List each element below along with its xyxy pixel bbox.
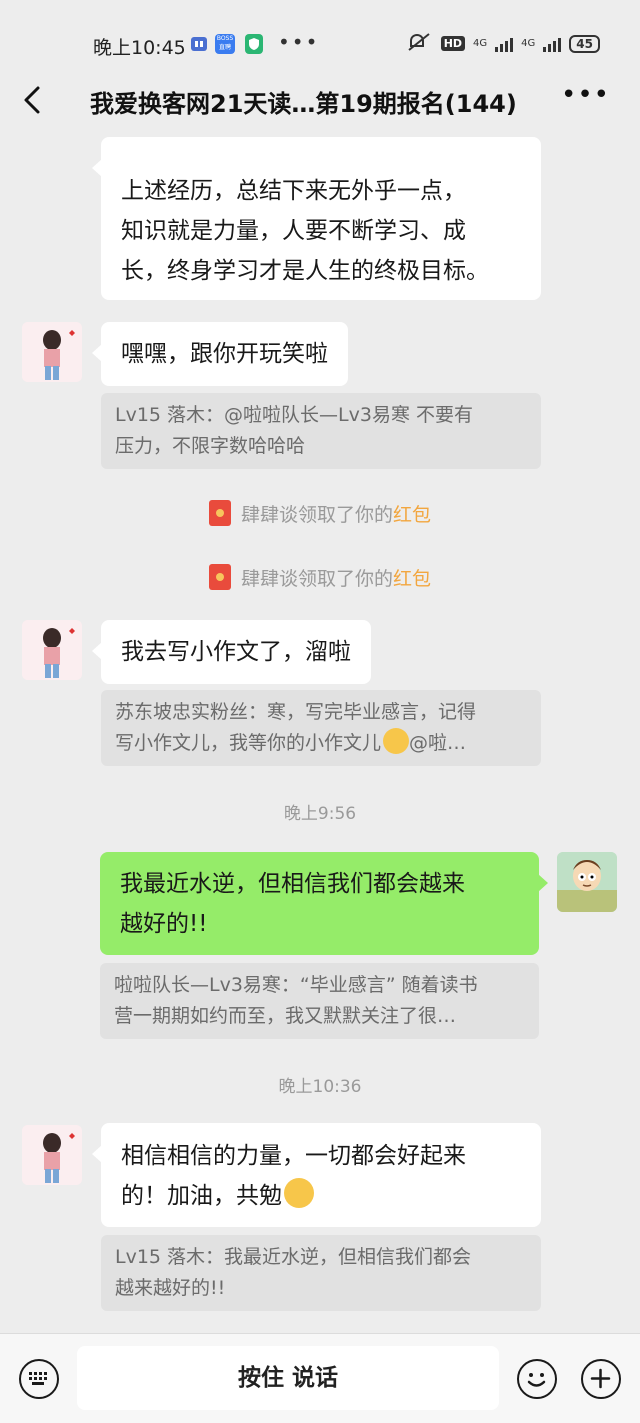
message-text: 上述经历，总结下来无外乎一点， bbox=[121, 178, 466, 204]
message-text: 的！加油，共勉 bbox=[121, 1183, 282, 1209]
emoji-icon bbox=[284, 1178, 314, 1208]
red-packet-link[interactable]: 红包 bbox=[393, 568, 431, 590]
message-bubble[interactable]: 我去写小作文了，溜啦 bbox=[92, 620, 371, 684]
message-bubble[interactable]: 相信相信的力量，一切都会好起来 的！加油，共勉 bbox=[92, 1123, 541, 1227]
red-packet-icon bbox=[208, 564, 231, 590]
timestamp: 晚上10:36 bbox=[278, 1077, 362, 1097]
quoted-reply[interactable]: Lv15 落木：我最近水逆，但相信我们都会 越来越好的!! bbox=[101, 1235, 541, 1311]
quote-text: 苏东坡忠实粉丝：寒，写完毕业感言，记得 bbox=[115, 701, 477, 723]
quoted-reply[interactable]: Lv15 落木：@啦啦队长—Lv3易寒 不要有 压力，不限字数哈哈哈 bbox=[101, 393, 541, 469]
message-text: 我最近水逆，但相信我们都会越来 bbox=[120, 871, 465, 897]
red-packet-link[interactable]: 红包 bbox=[393, 504, 431, 526]
avatar[interactable] bbox=[22, 322, 82, 382]
boss-badge-line2: 直聘 bbox=[218, 44, 231, 51]
system-message: 肆肆谈领取了你的红包 bbox=[0, 564, 640, 591]
avatar[interactable] bbox=[22, 1125, 82, 1185]
quote-text: 营一期期如约而至，我又默默关注了很… bbox=[114, 1005, 457, 1027]
network-label-2: 4G bbox=[521, 38, 536, 49]
quote-text: 啦啦队长—Lv3易寒：“毕业感言” 随着读书 bbox=[114, 974, 478, 996]
message-text: 越好的!! bbox=[120, 911, 208, 937]
shield-icon bbox=[245, 34, 263, 54]
system-message: 肆肆谈领取了你的红包 bbox=[0, 500, 640, 527]
quoted-reply[interactable]: 啦啦队长—Lv3易寒：“毕业感言” 随着读书 营一期期如约而至，我又默默关注了很… bbox=[100, 963, 539, 1039]
keyboard-icon[interactable] bbox=[19, 1359, 59, 1399]
status-time: 晚上10:45 bbox=[93, 37, 186, 59]
boss-app-icon: BOSS 直聘 bbox=[215, 34, 235, 54]
message-bubble[interactable]: 嘿嘿，跟你开玩笑啦 bbox=[92, 322, 348, 386]
more-icon[interactable]: ••• bbox=[561, 80, 610, 110]
message-text: 长，终身学习才是人生的终极目标。 bbox=[121, 258, 489, 284]
hold-to-talk-button[interactable]: 按住 说话 bbox=[77, 1346, 499, 1410]
quote-text: @啦… bbox=[409, 732, 467, 754]
quoted-reply[interactable]: 苏东坡忠实粉丝：寒，写完毕业感言，记得 写小作文儿，我等你的小作文儿 @啦… bbox=[101, 690, 541, 766]
system-text: 肆肆谈领取了你的 bbox=[240, 504, 393, 526]
emoji-icon bbox=[383, 728, 410, 754]
plus-icon[interactable] bbox=[581, 1359, 621, 1399]
signal-icon-1 bbox=[495, 36, 514, 52]
message-text: 我去写小作文了，溜啦 bbox=[121, 639, 351, 665]
input-bar: 按住 说话 bbox=[0, 1333, 640, 1423]
back-arrow-icon[interactable] bbox=[18, 82, 48, 118]
message-text: 相信相信的力量，一切都会好起来 bbox=[121, 1143, 466, 1169]
timestamp: 晚上9:56 bbox=[283, 804, 357, 824]
hd-badge: HD bbox=[440, 36, 466, 51]
emoji-icon[interactable] bbox=[517, 1359, 557, 1399]
quote-text: 压力，不限字数哈哈哈 bbox=[115, 435, 306, 457]
network-label-1: 4G bbox=[473, 38, 488, 49]
status-more-icon: ••• bbox=[278, 30, 320, 54]
message-bubble[interactable]: 上述经历，总结下来无外乎一点， 知识就是力量，人要不断学习、成 长，终身学习才是… bbox=[92, 137, 541, 300]
quote-text: 写小作文儿，我等你的小作文儿 bbox=[115, 732, 382, 754]
quote-text: Lv15 落木：我最近水逆，但相信我们都会 bbox=[115, 1246, 472, 1268]
quote-text: 越来越好的!! bbox=[115, 1277, 226, 1299]
system-text: 肆肆谈领取了你的 bbox=[240, 568, 393, 590]
signal-icon-2 bbox=[543, 36, 562, 52]
status-right-group: HD 4G 4G 45 bbox=[407, 32, 600, 55]
chat-title: 我爱换客网21天读…第19期报名(144) bbox=[90, 90, 517, 118]
message-text: 知识就是力量，人要不断学习、成 bbox=[121, 218, 466, 244]
mute-icon bbox=[407, 32, 433, 55]
battery-icon: 45 bbox=[569, 34, 600, 53]
message-text: 嘿嘿，跟你开玩笑啦 bbox=[121, 341, 328, 367]
boss-badge-line1: BOSS bbox=[216, 35, 234, 42]
notification-icon bbox=[190, 34, 208, 54]
chat-header: 我爱换客网21天读…第19期报名(144) ••• bbox=[0, 70, 640, 134]
red-packet-icon bbox=[208, 500, 231, 526]
quote-text: Lv15 落木：@啦啦队长—Lv3易寒 不要有 bbox=[115, 404, 474, 426]
my-message-bubble[interactable]: 我最近水逆，但相信我们都会越来 越好的!! bbox=[100, 852, 548, 955]
my-avatar[interactable] bbox=[557, 852, 617, 912]
avatar[interactable] bbox=[22, 620, 82, 680]
